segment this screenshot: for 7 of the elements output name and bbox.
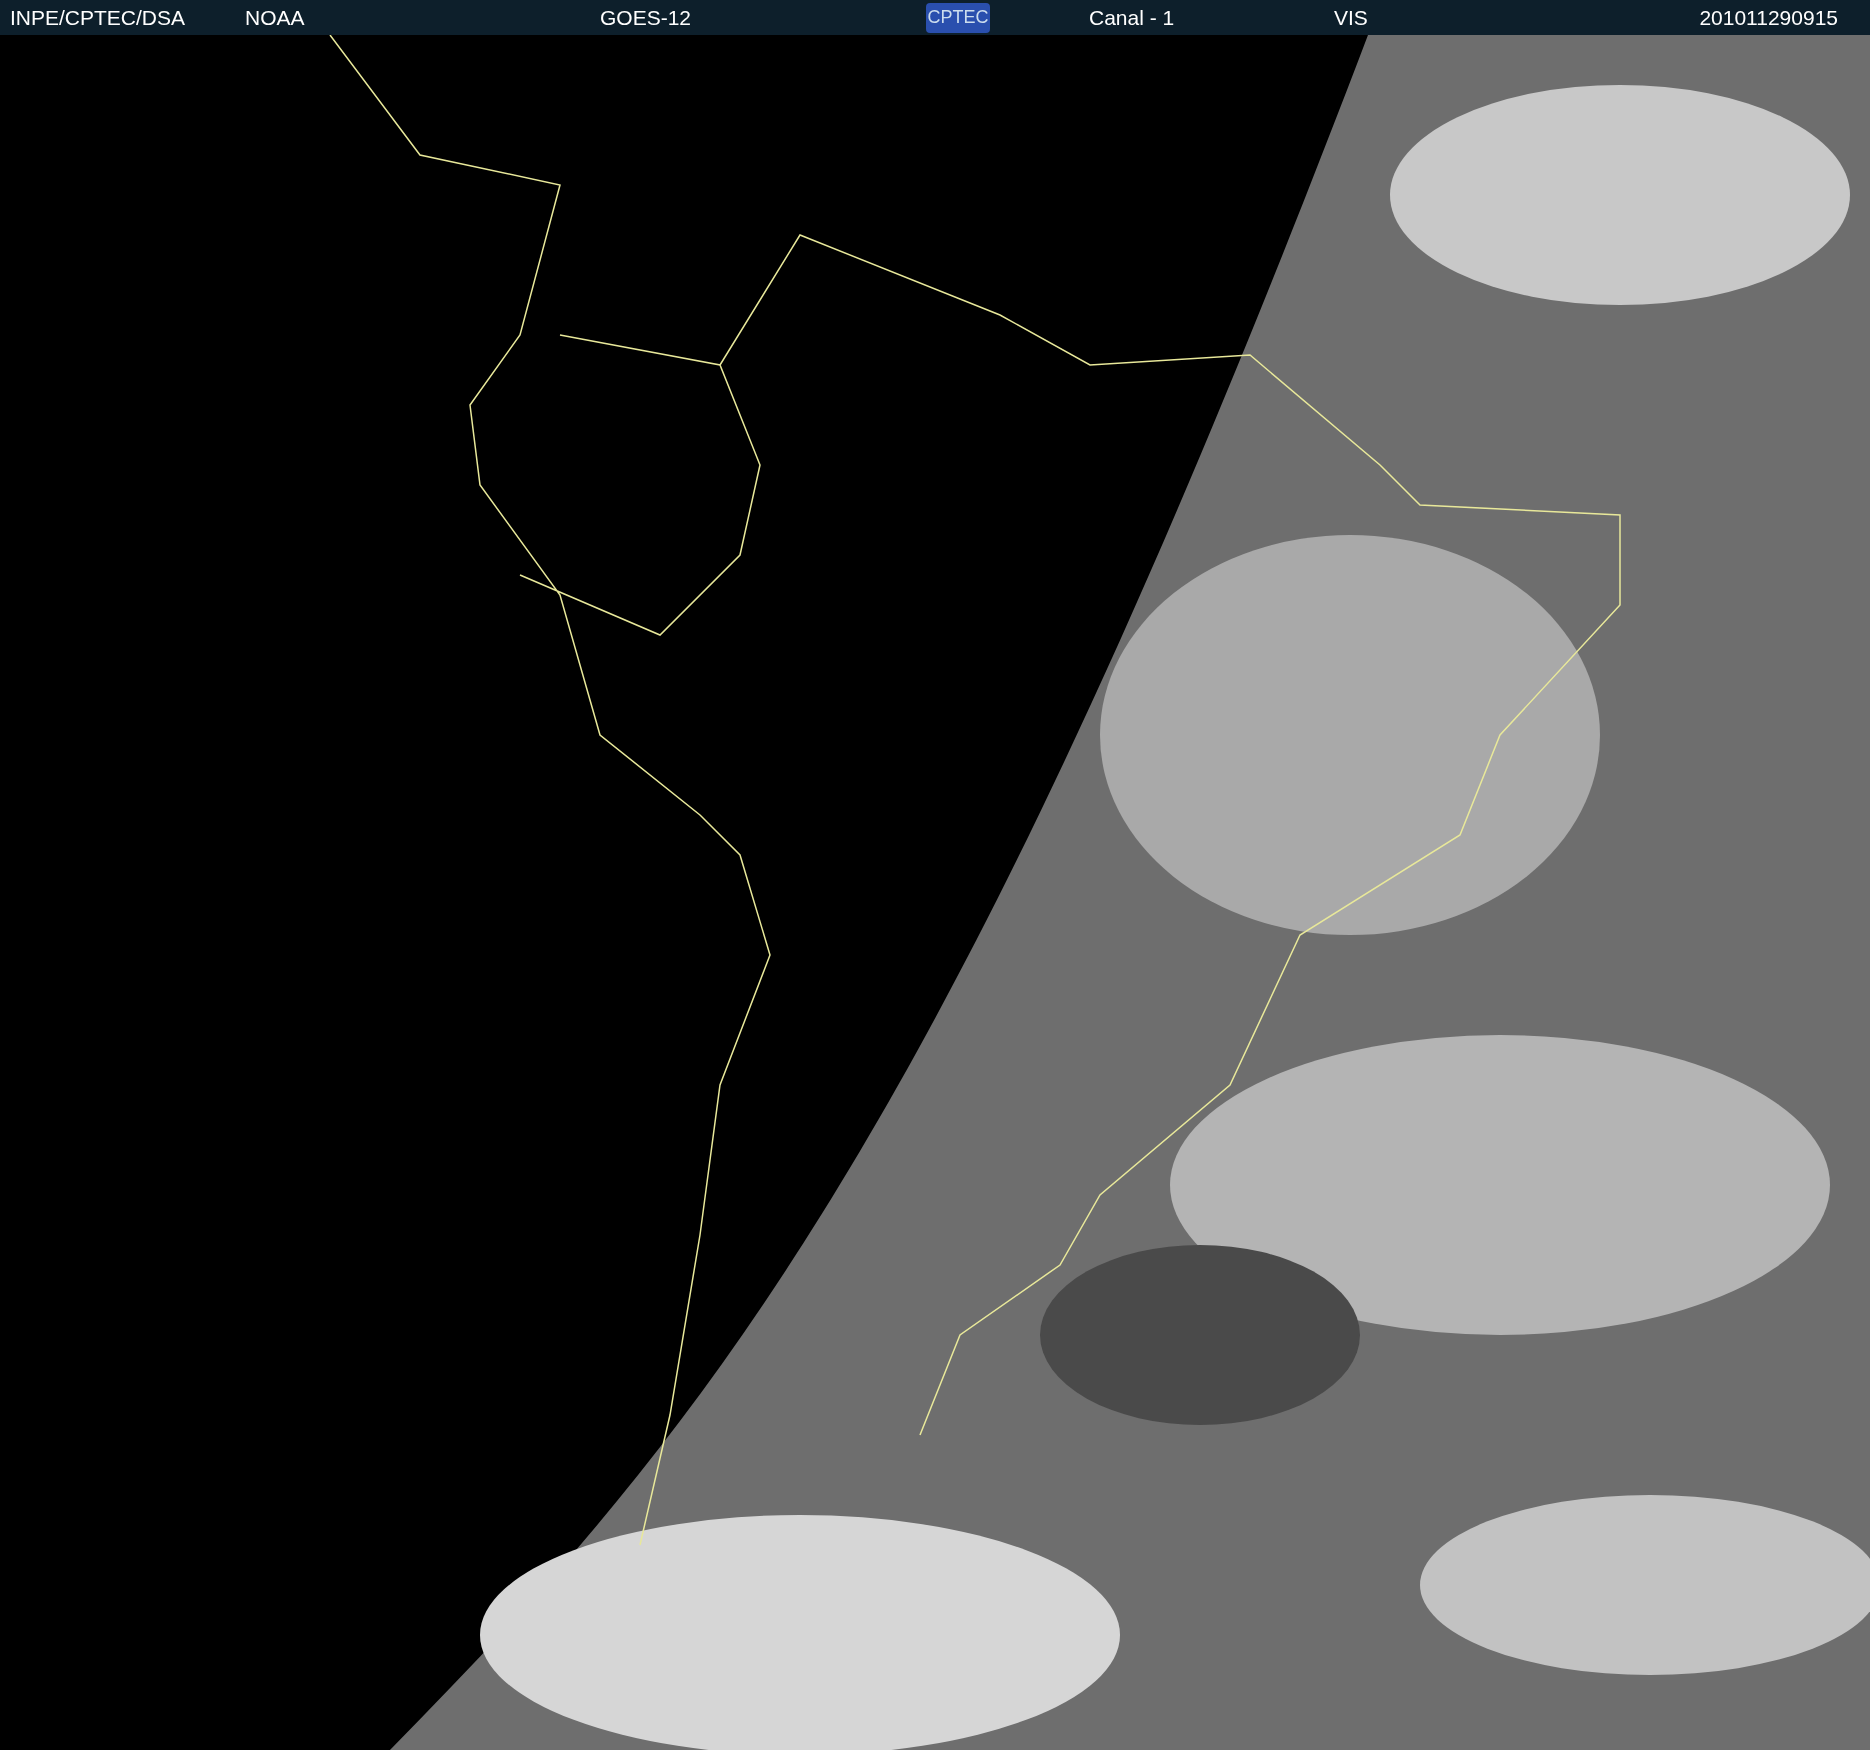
satellite-label: GOES-12 [600, 5, 693, 30]
logo: CPTEC [926, 2, 990, 33]
band-label: VIS [1334, 5, 1369, 30]
timestamp: 201011290915 [1699, 5, 1838, 30]
channel-label: Canal - 1 [1089, 5, 1176, 30]
source-label: INPE/CPTEC/DSA [10, 5, 187, 30]
agency-label: NOAA [245, 5, 306, 30]
